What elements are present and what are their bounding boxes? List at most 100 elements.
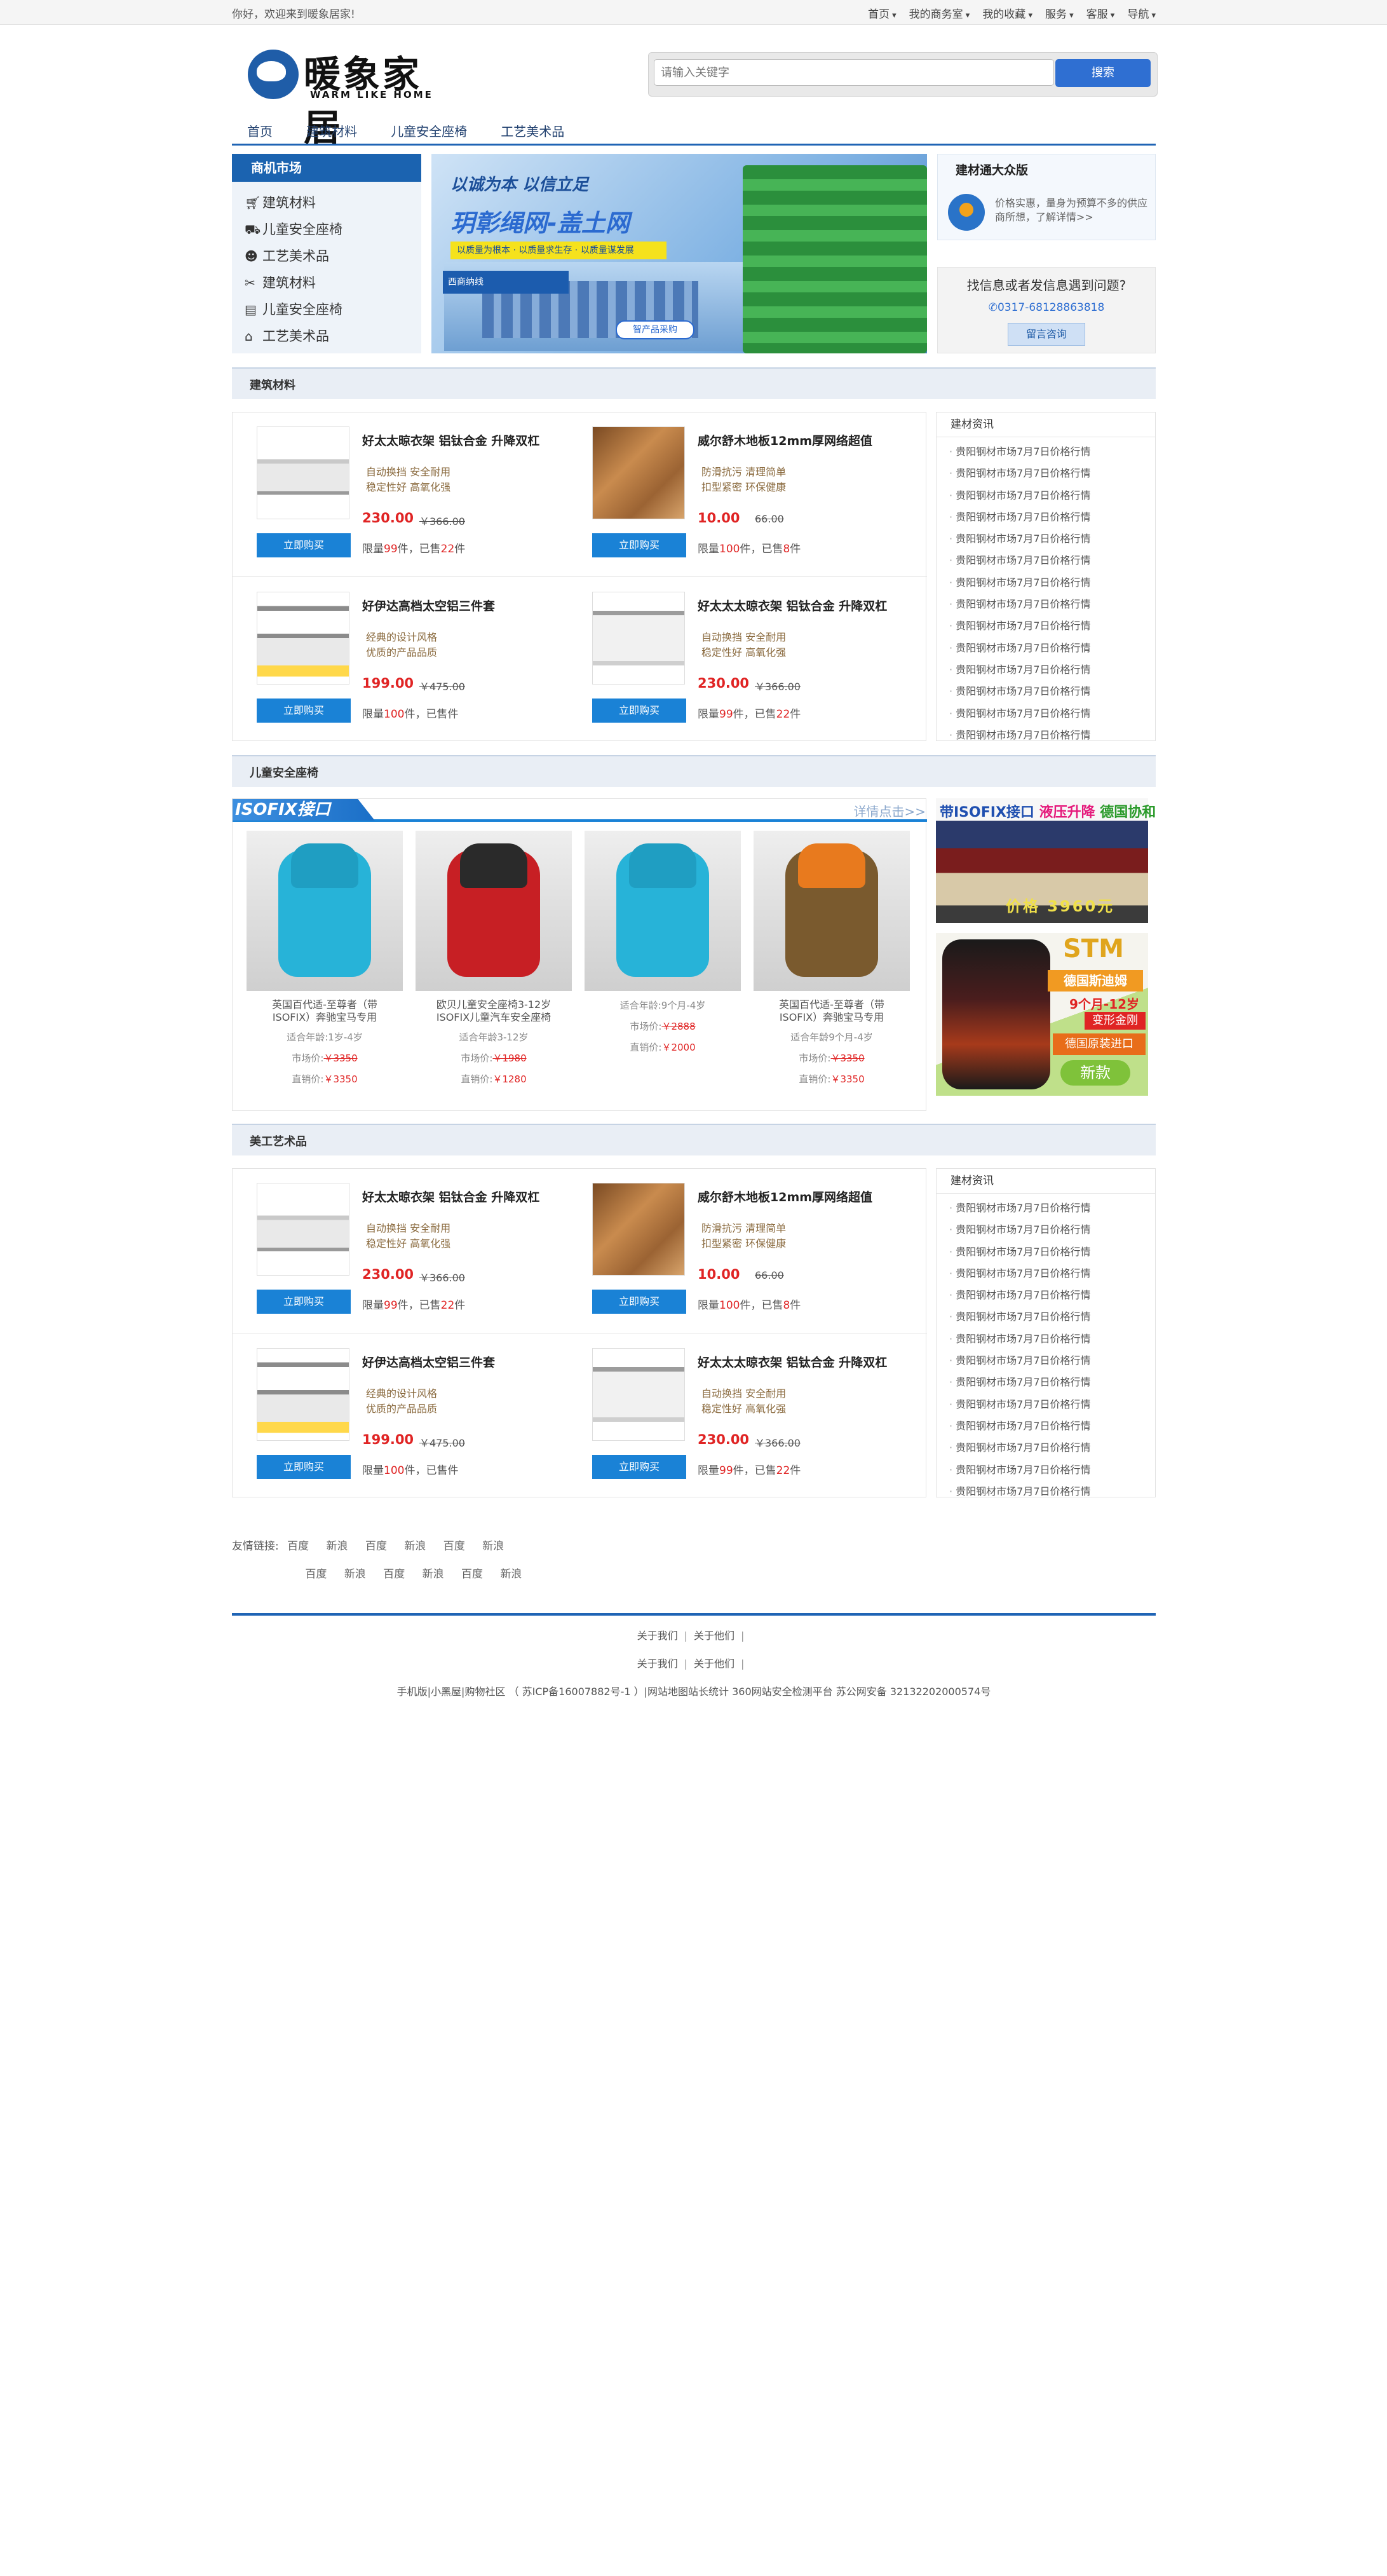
nav-arts[interactable]: 工艺美术品 [501,119,564,144]
search-button[interactable]: 搜索 [1055,59,1151,87]
news-item[interactable]: 贵阳钢材市场7月7日价格行情 [937,1459,1155,1481]
seat-title[interactable]: ISOFIX）奔驰宝马专用 [754,1011,910,1024]
hero-banner[interactable]: 以诚为本 以信立足 玥彰绳网-盖土网 以质量为根本 · 以质量求生存 · 以质量… [431,154,927,353]
news-item[interactable]: 贵阳钢材市场7月7日价格行情 [937,659,1155,681]
seat-title[interactable]: 英国百代适-至尊者（带 [247,998,403,1011]
seat-title[interactable]: ISOFIX儿童汽车安全座椅 [416,1011,572,1024]
seat-title[interactable]: 英国百代适-至尊者（带 [754,998,910,1011]
nav-child-seats[interactable]: 儿童安全座椅 [391,119,467,144]
top-menu-business-room[interactable]: 我的商务室 [909,5,970,21]
seat-image[interactable] [247,831,403,991]
friend-link[interactable]: 百度 [305,1568,327,1581]
top-menu-support[interactable]: 客服 [1086,5,1115,21]
category-item[interactable]: 🛒︎ 建筑材料 [232,189,421,216]
stm-ad-banner[interactable]: STM 德国斯迪姆 9个月-12岁 变形金刚 德国原装进口 新款 [936,933,1148,1096]
news-item[interactable]: 贵阳钢材市场7月7日价格行情 [937,528,1155,550]
footer-link-about-them[interactable]: 关于他们 [694,1658,734,1670]
isofix-tab[interactable]: ISOFIX接口 [233,799,375,821]
product-image[interactable] [592,1348,685,1441]
news-item[interactable]: 贵阳钢材市场7月7日价格行情 [937,1219,1155,1241]
friend-link[interactable]: 百度 [443,1540,465,1553]
seat-image[interactable] [754,831,910,991]
product-name[interactable]: 威尔舒木地板12mm厚网络超值 [698,432,907,449]
isofix-ad-banner[interactable]: 带ISOFIX接口 液压升降 德国协和 价格 3960元 [936,798,1156,923]
news-item[interactable]: 贵阳钢材市场7月7日价格行情 [937,1263,1155,1285]
news-item[interactable]: 贵阳钢材市场7月7日价格行情 [937,550,1155,571]
news-item[interactable]: 贵阳钢材市场7月7日价格行情 [937,637,1155,659]
category-item[interactable]: ▤ 儿童安全座椅 [232,296,421,323]
top-menu-favorites[interactable]: 我的收藏 [982,5,1032,21]
seat-image[interactable] [416,831,572,991]
buy-button[interactable]: 立即购买 [592,699,686,723]
friend-link[interactable]: 新浪 [327,1540,348,1553]
news-item[interactable]: 贵阳钢材市场7月7日价格行情 [937,703,1155,725]
product-name[interactable]: 好伊达高档太空铝三件套 [362,1353,572,1370]
friend-link[interactable]: 新浪 [344,1568,366,1581]
news-item[interactable]: 贵阳钢材市场7月7日价格行情 [937,1481,1155,1503]
isofix-more-link[interactable]: 详情点击>> [853,801,926,820]
news-item[interactable]: 贵阳钢材市场7月7日价格行情 [937,1394,1155,1415]
message-button[interactable]: 留言咨询 [1008,323,1085,346]
friend-link[interactable]: 百度 [461,1568,483,1581]
category-item[interactable]: ✂ 建筑材料 [232,269,421,296]
footer-link-about-us[interactable]: 关于我们 [637,1658,678,1670]
top-menu-home[interactable]: 首页 [868,5,896,21]
news-item[interactable]: 贵阳钢材市场7月7日价格行情 [937,572,1155,594]
news-item[interactable]: 贵阳钢材市场7月7日价格行情 [937,463,1155,484]
friend-link[interactable]: 百度 [383,1568,405,1581]
product-name[interactable]: 好太太太晾衣架 铝钛合金 升降双杠 [698,597,907,614]
product-name[interactable]: 威尔舒木地板12mm厚网络超值 [698,1188,907,1205]
news-item[interactable]: 贵阳钢材市场7月7日价格行情 [937,507,1155,528]
product-name[interactable]: 好太太晾衣架 铝钛合金 升降双杠 [362,432,572,449]
buy-button[interactable]: 立即购买 [257,1290,351,1314]
friend-link[interactable]: 新浪 [500,1568,522,1581]
nav-building-materials[interactable]: 建筑材料 [306,119,357,144]
news-item[interactable]: 贵阳钢材市场7月7日价格行情 [937,1350,1155,1372]
news-item[interactable]: 贵阳钢材市场7月7日价格行情 [937,485,1155,507]
news-item[interactable]: 贵阳钢材市场7月7日价格行情 [937,1437,1155,1459]
product-image[interactable] [257,1183,349,1276]
buy-button[interactable]: 立即购买 [592,1455,686,1479]
news-item[interactable]: 贵阳钢材市场7月7日价格行情 [937,1241,1155,1263]
seat-title[interactable]: ISOFIX）奔驰宝马专用 [247,1011,403,1024]
top-menu-navigation[interactable]: 导航 [1127,5,1156,21]
news-item[interactable]: 贵阳钢材市场7月7日价格行情 [937,441,1155,463]
promo-desc[interactable]: 价格实惠，量身为预算不多的供应商所想，了解详情>> [995,196,1147,224]
category-item[interactable]: ⛟ 儿童安全座椅 [232,216,421,243]
product-image[interactable] [592,426,685,519]
product-name[interactable]: 好太太晾衣架 铝钛合金 升降双杠 [362,1188,572,1205]
news-item[interactable]: 贵阳钢材市场7月7日价格行情 [937,1328,1155,1350]
news-item[interactable]: 贵阳钢材市场7月7日价格行情 [937,1285,1155,1306]
product-image[interactable] [257,592,349,685]
product-image[interactable] [592,1183,685,1276]
buy-button[interactable]: 立即购买 [257,1455,351,1479]
news-item[interactable]: 贵阳钢材市场7月7日价格行情 [937,681,1155,702]
product-name[interactable]: 好太太太晾衣架 铝钛合金 升降双杠 [698,1353,907,1370]
product-name[interactable]: 好伊达高档太空铝三件套 [362,597,572,614]
news-item[interactable]: 贵阳钢材市场7月7日价格行情 [937,1372,1155,1393]
nav-home[interactable]: 首页 [247,119,273,144]
news-item[interactable]: 贵阳钢材市场7月7日价格行情 [937,1415,1155,1437]
friend-link[interactable]: 新浪 [482,1540,504,1553]
news-item[interactable]: 贵阳钢材市场7月7日价格行情 [937,594,1155,615]
news-item[interactable]: 贵阳钢材市场7月7日价格行情 [937,1306,1155,1328]
buy-button[interactable]: 立即购买 [592,1290,686,1314]
news-item[interactable]: 贵阳钢材市场7月7日价格行情 [937,615,1155,637]
category-item[interactable]: ☻ 工艺美术品 [232,243,421,269]
category-item[interactable]: ⌂ 工艺美术品 [232,323,421,350]
site-logo[interactable]: 暖象家居 WARM LIKE HOME [248,43,438,149]
news-item[interactable]: 贵阳钢材市场7月7日价格行情 [937,725,1155,746]
search-input[interactable] [654,59,1054,86]
news-item[interactable]: 贵阳钢材市场7月7日价格行情 [937,1197,1155,1219]
friend-link[interactable]: 百度 [365,1540,387,1553]
seat-title[interactable]: 欧贝儿童安全座椅3-12岁 [416,998,572,1011]
buy-button[interactable]: 立即购买 [592,533,686,557]
friend-link[interactable]: 百度 [287,1540,309,1553]
buy-button[interactable]: 立即购买 [257,699,351,723]
product-image[interactable] [257,426,349,519]
top-menu-service[interactable]: 服务 [1045,5,1074,21]
friend-link[interactable]: 新浪 [423,1568,444,1581]
seat-image[interactable] [585,831,741,991]
product-image[interactable] [257,1348,349,1441]
buy-button[interactable]: 立即购买 [257,533,351,557]
